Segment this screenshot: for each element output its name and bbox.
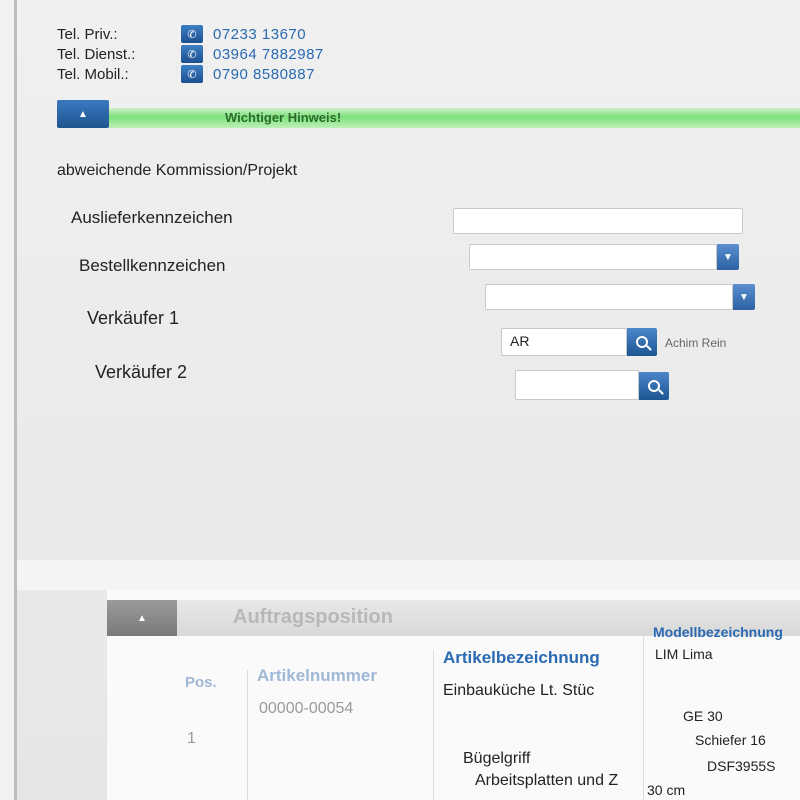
contact-row-business: Tel. Dienst.: ✆ 03964 7882987 <box>57 44 324 64</box>
notice-band <box>109 108 800 128</box>
order-positions-panel: ▲ Auftragsposition Pos. Artikelnummer Ar… <box>107 590 800 800</box>
chevron-down-icon: ▼ <box>739 291 749 303</box>
seller1-label: Verkäufer 1 <box>87 308 180 328</box>
panel-divider <box>17 560 800 590</box>
contact-row-private: Tel. Priv.: ✆ 07233 13670 <box>57 24 324 44</box>
cell-modell: 30 cm <box>647 782 686 798</box>
cell-modell: Schiefer 16 <box>695 732 766 748</box>
column-divider <box>247 670 248 800</box>
contact-label: Tel. Priv.: <box>57 25 118 43</box>
commission-input[interactable] <box>453 208 743 234</box>
search-icon <box>636 336 648 348</box>
phone-number: 0790 8580887 <box>213 65 315 83</box>
contact-label: Tel. Dienst.: <box>57 45 136 63</box>
cell-modell: LIM Lima <box>655 646 713 662</box>
seller1-input[interactable]: AR <box>501 328 627 356</box>
column-header-artikelbezeichnung[interactable]: Artikelbezeichnung <box>443 648 600 668</box>
cell-artikelbezeichnung: Bügelgriff <box>463 750 531 767</box>
form-row-commission: abweichende Kommission/Projekt <box>57 162 297 180</box>
cell-artikelnummer: 00000-00054 <box>259 700 354 717</box>
order-sheet: Tel. Priv.: ✆ 07233 13670 Tel. Dienst.: … <box>14 0 800 800</box>
contact-row-mobile: Tel. Mobil.: ✆ 0790 8580887 <box>57 64 324 84</box>
notice-bar: ▲ Wichtiger Hinweis! <box>57 100 800 128</box>
form-row-seller2: Verkäufer 2 <box>95 362 187 383</box>
cell-modell: GE 30 <box>683 708 723 724</box>
order-dropdown-button[interactable]: ▼ <box>733 284 755 310</box>
phone-number: 07233 13670 <box>213 25 307 43</box>
seller2-label: Verkäufer 2 <box>95 362 188 382</box>
commission-label: abweichende Kommission/Projekt <box>57 162 298 179</box>
search-icon <box>648 380 660 392</box>
column-header-modellbezeichnung[interactable]: Modellbezeichnung <box>653 624 783 640</box>
chevron-up-icon: ▲ <box>78 108 88 120</box>
contact-block: Tel. Priv.: ✆ 07233 13670 Tel. Dienst.: … <box>57 24 324 84</box>
delivery-select[interactable] <box>469 244 717 270</box>
order-select[interactable] <box>485 284 733 310</box>
seller2-input[interactable] <box>515 370 639 400</box>
phone-icon[interactable]: ✆ <box>181 65 203 83</box>
notice-title: Wichtiger Hinweis! <box>225 110 342 125</box>
form-row-order: Bestellkennzeichen <box>79 256 225 276</box>
delivery-label: Auslieferkennzeichen <box>71 208 233 227</box>
delivery-dropdown-button[interactable]: ▼ <box>717 244 739 270</box>
column-header-artikelnummer[interactable]: Artikelnummer <box>257 666 377 686</box>
cell-artikelbezeichnung: Einbauküche Lt. Stüc <box>443 682 595 699</box>
phone-icon[interactable]: ✆ <box>181 45 203 63</box>
form-row-delivery: Auslieferkennzeichen <box>71 208 233 228</box>
collapse-toggle-button[interactable]: ▲ <box>57 100 109 128</box>
column-header-pos[interactable]: Pos. <box>185 674 217 691</box>
order-form: abweichende Kommission/Projekt Ausliefer… <box>57 150 800 550</box>
phone-icon[interactable]: ✆ <box>181 25 203 43</box>
form-row-seller1: Verkäufer 1 <box>87 308 179 329</box>
chevron-up-icon: ▲ <box>137 612 147 624</box>
positions-title: Auftragsposition <box>233 606 393 628</box>
contact-label: Tel. Mobil.: <box>57 65 129 83</box>
column-divider <box>643 626 644 800</box>
cell-pos: 1 <box>187 730 196 747</box>
order-label: Bestellkennzeichen <box>79 256 226 275</box>
seller1-name: Achim Rein <box>665 336 727 350</box>
seller1-search-button[interactable] <box>627 328 657 356</box>
seller2-search-button[interactable] <box>639 372 669 400</box>
cell-modell: DSF3955S <box>707 758 776 774</box>
phone-number: 03964 7882987 <box>213 45 324 63</box>
cell-artikelbezeichnung: Arbeitsplatten und Z <box>475 772 619 789</box>
positions-collapse-button[interactable]: ▲ <box>107 600 177 636</box>
chevron-down-icon: ▼ <box>723 251 733 263</box>
column-divider <box>433 650 434 800</box>
